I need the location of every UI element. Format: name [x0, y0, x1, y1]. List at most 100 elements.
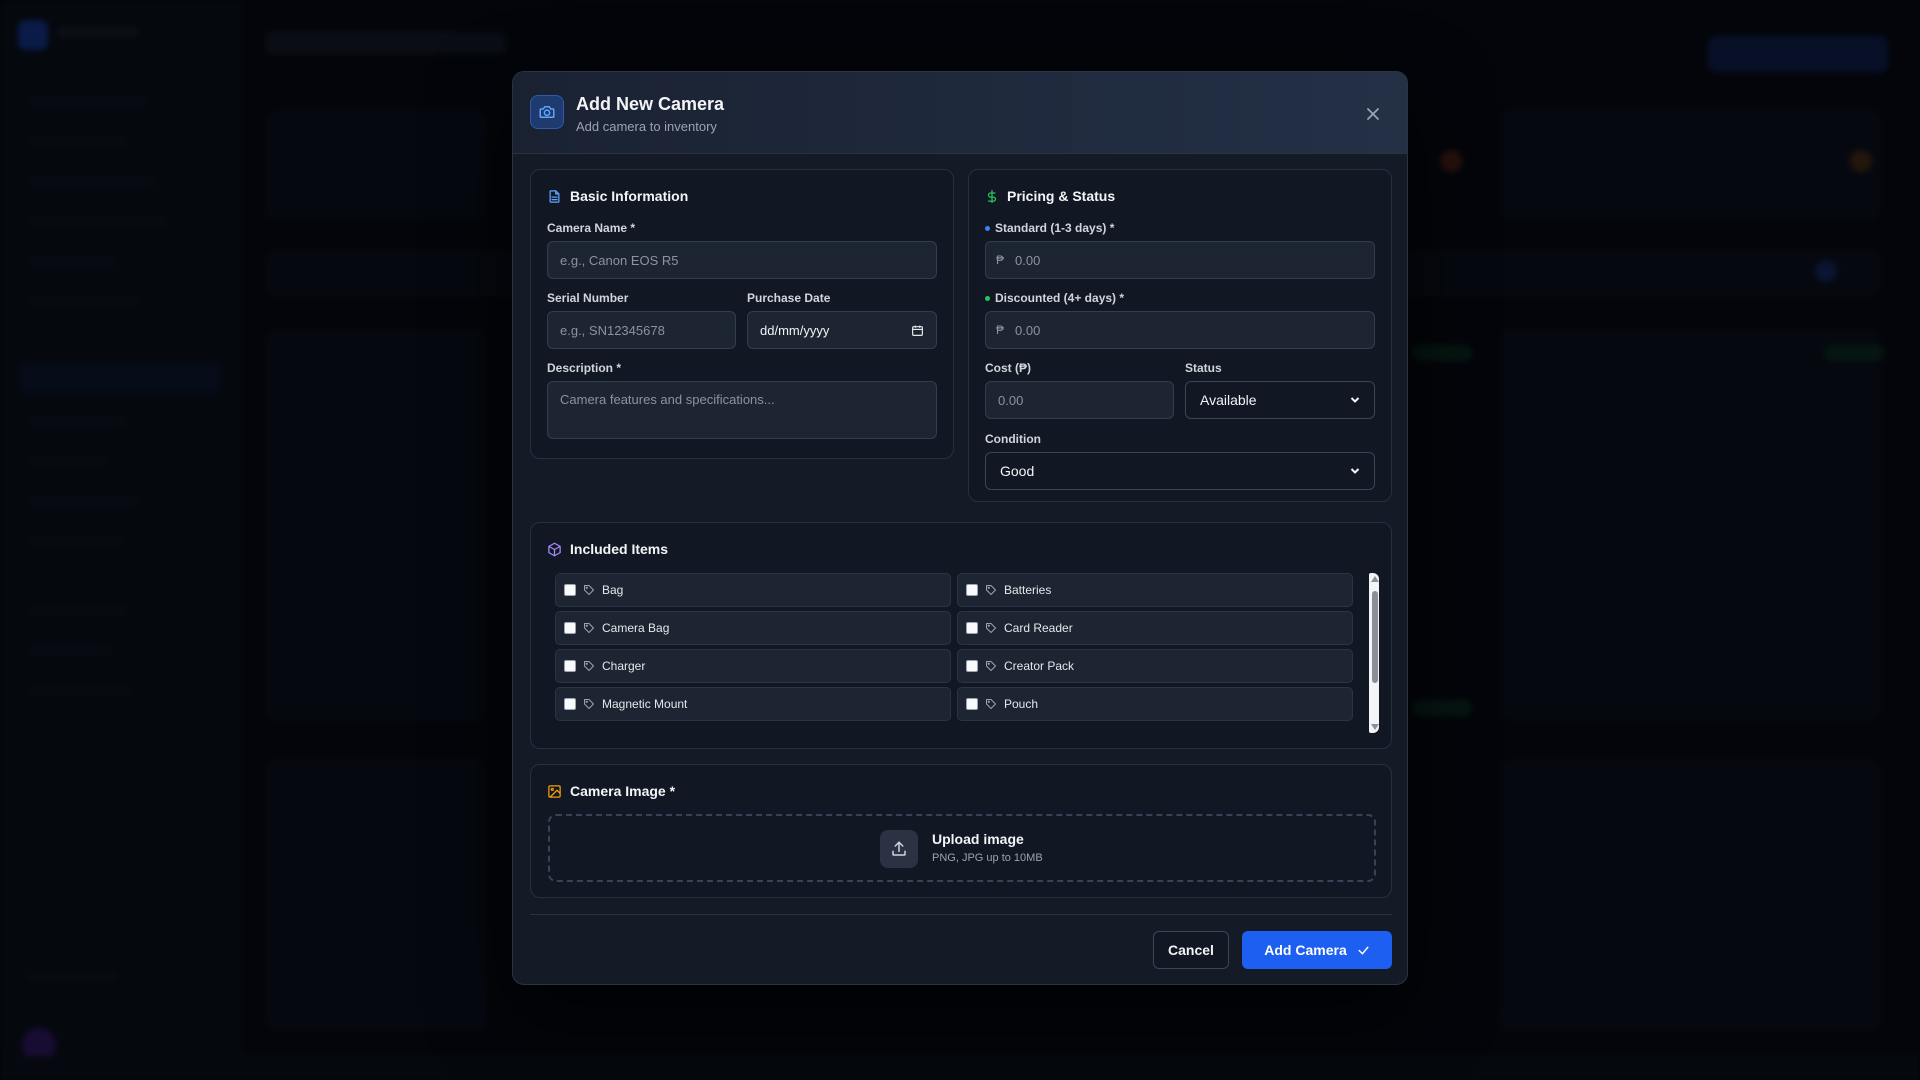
item-label: Pouch — [1004, 697, 1039, 711]
item-label: Bag — [602, 583, 624, 597]
purchase-date-input[interactable]: dd/mm/yyyy — [747, 311, 937, 349]
included-item[interactable]: Batteries — [957, 573, 1353, 607]
chevron-down-icon — [1350, 397, 1360, 403]
items-scrollbar[interactable] — [1369, 573, 1379, 733]
camera-name-input[interactable] — [547, 241, 937, 279]
modal-subtitle: Add camera to inventory — [576, 119, 717, 134]
basic-information-section: Basic Information Camera Name * Serial N… — [530, 169, 954, 459]
close-button[interactable] — [1362, 103, 1384, 125]
discounted-price-label: Discounted (4+ days) * — [985, 291, 1124, 305]
purchase-date-value: dd/mm/yyyy — [760, 322, 830, 338]
item-label: Charger — [602, 659, 646, 673]
condition-value: Good — [1000, 463, 1035, 479]
item-label: Batteries — [1004, 583, 1052, 597]
status-label: Status — [1185, 361, 1222, 375]
pricing-status-title: Pricing & Status — [1007, 188, 1116, 204]
discounted-currency-prefix: ₱ — [996, 323, 1005, 337]
discounted-price-input[interactable] — [985, 311, 1375, 349]
camera-name-label-text: Camera Name * — [547, 221, 636, 235]
camera-icon — [530, 95, 564, 129]
scroll-down-arrow-icon[interactable] — [1371, 724, 1379, 730]
included-items-section: Included Items Bag Batteries Camera Bag Car… — [530, 522, 1392, 749]
upload-subtitle: PNG, JPG up to 10MB — [932, 852, 1043, 864]
included-items-title: Included Items — [570, 541, 669, 557]
close-icon — [1367, 108, 1379, 120]
camera-name-label: Camera Name * — [547, 221, 635, 235]
upload-icon — [880, 830, 918, 868]
item-checkbox[interactable] — [966, 622, 978, 634]
cost-input[interactable] — [985, 381, 1174, 419]
serial-number-input[interactable] — [547, 311, 736, 349]
included-item[interactable]: Creator Pack — [957, 649, 1353, 683]
standard-dot — [985, 225, 990, 231]
included-item[interactable]: Card Reader — [957, 611, 1353, 645]
cost-label: Cost (₱) — [985, 361, 1031, 375]
item-checkbox[interactable] — [966, 660, 978, 672]
add-camera-button-label: Add Camera — [1264, 942, 1347, 958]
item-checkbox[interactable] — [966, 584, 978, 596]
cancel-button-label: Cancel — [1168, 942, 1214, 958]
serial-number-label-text: Serial Number — [547, 291, 629, 305]
camera-image-section: Camera Image * Upload image PNG, JPG up … — [530, 764, 1392, 898]
item-label: Card Reader — [1004, 621, 1073, 635]
included-item[interactable]: Magnetic Mount — [555, 687, 951, 721]
item-checkbox[interactable] — [564, 584, 576, 596]
included-item[interactable]: Bag — [555, 573, 951, 607]
tag-icon — [584, 699, 594, 709]
package-icon — [548, 542, 561, 556]
discounted-dot — [985, 295, 990, 301]
purchase-date-label: Purchase Date — [747, 291, 830, 305]
add-camera-button[interactable]: Add Camera — [1242, 931, 1392, 969]
included-item[interactable]: Charger — [555, 649, 951, 683]
item-checkbox[interactable] — [564, 698, 576, 710]
included-items-list[interactable]: Bag Batteries Camera Bag Card Reader Charger… — [555, 573, 1379, 733]
tag-icon — [986, 699, 996, 709]
tag-icon — [986, 585, 996, 595]
calendar-icon[interactable] — [911, 324, 924, 337]
item-checkbox[interactable] — [564, 622, 576, 634]
add-camera-modal: Add New Camera Add camera to inventory B… — [512, 71, 1408, 985]
chevron-down-icon — [1350, 468, 1360, 474]
item-checkbox[interactable] — [564, 660, 576, 672]
standard-currency-prefix: ₱ — [996, 253, 1005, 267]
included-items-heading: Included Items — [547, 541, 668, 557]
serial-number-label: Serial Number — [547, 291, 628, 305]
scroll-up-arrow-icon[interactable] — [1371, 576, 1379, 582]
image-icon — [548, 784, 561, 798]
item-label: Creator Pack — [1004, 659, 1075, 673]
included-items-grid: Bag Batteries Camera Bag Card Reader Charger… — [555, 573, 1361, 721]
tag-icon — [584, 661, 594, 671]
upload-title: Upload image — [932, 831, 1024, 847]
modal-title: Add New Camera — [576, 94, 725, 114]
dollar-icon — [987, 189, 997, 203]
basic-information-title: Basic Information — [570, 188, 689, 204]
status-value: Available — [1200, 392, 1257, 408]
included-item[interactable]: Camera Bag — [555, 611, 951, 645]
basic-information-heading: Basic Information — [547, 188, 688, 204]
cancel-button[interactable]: Cancel — [1153, 931, 1229, 969]
item-label: Magnetic Mount — [602, 697, 688, 711]
discounted-price-label-text: Discounted (4+ days) * — [995, 291, 1125, 305]
cost-label-text: Cost (₱) — [985, 361, 1031, 375]
purchase-date-label-text: Purchase Date — [747, 291, 831, 305]
image-upload-dropzone[interactable]: Upload image PNG, JPG up to 10MB — [548, 814, 1376, 882]
tag-icon — [584, 585, 594, 595]
status-select[interactable]: Available — [1185, 381, 1375, 419]
item-checkbox[interactable] — [966, 698, 978, 710]
standard-price-input[interactable] — [985, 241, 1375, 279]
condition-select[interactable]: Good — [985, 452, 1375, 490]
tag-icon — [986, 623, 996, 633]
footer-divider — [530, 914, 1392, 915]
tag-icon — [986, 661, 996, 671]
camera-image-heading: Camera Image * — [547, 783, 675, 799]
description-label-text: Description * — [547, 361, 622, 375]
standard-price-label-text: Standard (1-3 days) * — [995, 221, 1115, 235]
included-item[interactable]: Pouch — [957, 687, 1353, 721]
description-label: Description * — [547, 361, 621, 375]
item-label: Camera Bag — [602, 621, 670, 635]
pricing-status-heading: Pricing & Status — [985, 188, 1115, 204]
scroll-thumb[interactable] — [1372, 591, 1378, 683]
condition-label: Condition — [985, 432, 1041, 446]
document-icon — [549, 189, 560, 203]
description-textarea[interactable] — [547, 381, 937, 439]
